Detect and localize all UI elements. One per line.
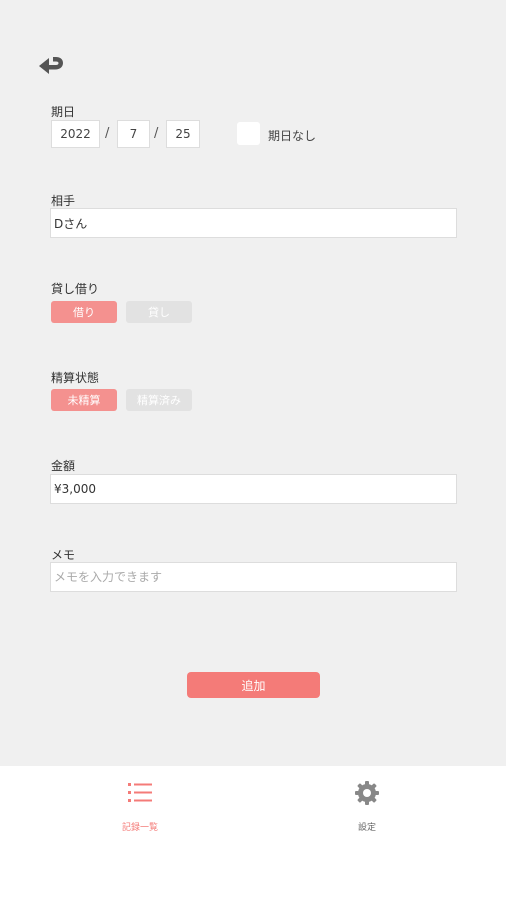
tab-record-list[interactable]: 記録一覧 bbox=[95, 776, 185, 836]
due-date-label: 期日 bbox=[51, 105, 76, 119]
partner-input[interactable] bbox=[50, 208, 457, 238]
tab-settings-label: 設定 bbox=[357, 823, 376, 833]
partner-label: 相手 bbox=[51, 194, 76, 208]
date-separator: / bbox=[154, 126, 159, 141]
amount-input[interactable] bbox=[50, 474, 457, 504]
settled-button[interactable]: 精算済み bbox=[126, 389, 192, 411]
no-due-date-label: 期日なし bbox=[268, 129, 317, 143]
back-icon[interactable] bbox=[36, 52, 66, 82]
date-separator: / bbox=[105, 126, 110, 141]
list-icon bbox=[128, 783, 152, 802]
tab-settings[interactable]: 設定 bbox=[322, 776, 412, 836]
no-due-date-checkbox[interactable] bbox=[237, 122, 260, 145]
month-field[interactable]: 7 bbox=[117, 120, 150, 148]
amount-label: 金額 bbox=[51, 459, 76, 473]
tab-record-list-label: 記録一覧 bbox=[121, 823, 158, 833]
day-field[interactable]: 25 bbox=[166, 120, 200, 148]
bottom-tab-bar: 記録一覧 設定 bbox=[0, 766, 506, 900]
memo-label: メモ bbox=[51, 548, 76, 562]
year-field[interactable]: 2022 bbox=[51, 120, 100, 148]
gear-icon bbox=[355, 781, 379, 805]
settlement-label: 精算状態 bbox=[51, 371, 100, 385]
add-button[interactable]: 追加 bbox=[187, 672, 320, 698]
unsettled-button[interactable]: 未精算 bbox=[51, 389, 117, 411]
lend-borrow-label: 貸し借り bbox=[51, 282, 100, 296]
lend-button[interactable]: 貸し bbox=[126, 301, 192, 323]
memo-input[interactable] bbox=[50, 562, 457, 592]
entry-form: 期日 2022 / 7 / 25 期日なし 相手 貸し借り 借り 貸し 精算状態… bbox=[0, 0, 506, 766]
borrow-button[interactable]: 借り bbox=[51, 301, 117, 323]
